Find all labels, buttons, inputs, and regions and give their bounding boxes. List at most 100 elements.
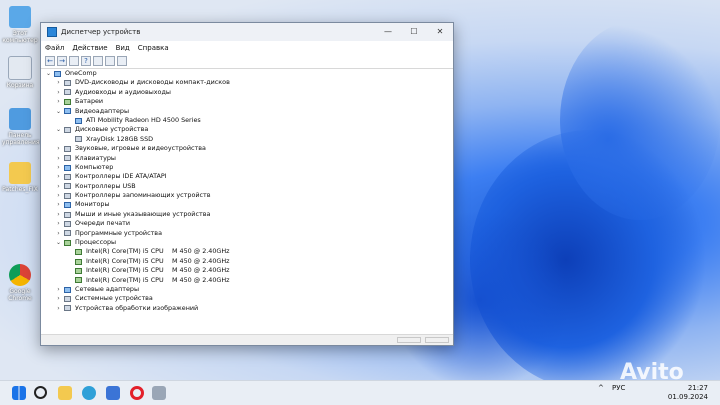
chevron-right-icon[interactable]: › — [55, 229, 62, 238]
folder-icon — [9, 162, 31, 184]
watermark: Avito — [620, 360, 684, 385]
store-icon[interactable] — [106, 386, 120, 400]
menu-help[interactable]: Справка — [138, 44, 169, 52]
tree-category[interactable]: › Компьютер — [45, 163, 449, 172]
printer-icon — [64, 220, 71, 227]
tree-device[interactable]: ATI Mobility Radeon HD 4500 Series — [45, 116, 449, 125]
tree-category[interactable]: › Контроллеры запоминающих устройств — [45, 191, 449, 200]
computer-icon — [64, 164, 71, 171]
menu-view[interactable]: Вид — [116, 44, 130, 52]
tree-category[interactable]: › Аудиовходы и аудиовыходы — [45, 88, 449, 97]
tree-category[interactable]: › Контроллеры IDE ATA/ATAPI — [45, 172, 449, 181]
opera-icon[interactable] — [130, 386, 144, 400]
tree-category[interactable]: ⌄ Процессоры — [45, 238, 449, 247]
battery-icon — [64, 98, 71, 105]
minimize-button[interactable]: — — [375, 23, 401, 41]
desktop-icon-folder[interactable]: Patches_FIX — [2, 162, 38, 193]
device-manager-window: Диспетчер устройств — ☐ ✕ Файл Действие … — [40, 22, 454, 346]
chevron-right-icon[interactable]: › — [55, 144, 62, 153]
tree-device-processor[interactable]: Intel(R) Core(TM) i5 CPU M 450 @ 2.40GHz — [45, 276, 449, 285]
chevron-right-icon[interactable]: › — [55, 285, 62, 294]
chevron-right-icon[interactable]: › — [55, 304, 62, 313]
menu-file[interactable]: Файл — [45, 44, 64, 52]
tree-category[interactable]: › Клавиатуры — [45, 154, 449, 163]
start-icon[interactable] — [12, 386, 26, 400]
search-icon[interactable] — [34, 386, 47, 399]
tree-category[interactable]: › Системные устройства — [45, 294, 449, 303]
mouse-icon — [64, 211, 71, 218]
tree-category[interactable]: › Мыши и иные указывающие устройства — [45, 210, 449, 219]
clock-time: 21:27 — [687, 384, 708, 392]
tree-category[interactable]: › Контроллеры USB — [45, 182, 449, 191]
menu-action[interactable]: Действие — [72, 44, 107, 52]
tree-category[interactable]: › Звуковые, игровые и видеоустройства — [45, 144, 449, 153]
chevron-right-icon[interactable]: › — [55, 163, 62, 172]
scan-hardware-icon[interactable] — [105, 56, 115, 66]
tree-root[interactable]: ⌄ OneComp — [45, 69, 449, 78]
keyboard-icon — [64, 155, 71, 162]
display-adapter-icon — [64, 108, 71, 115]
chevron-right-icon[interactable]: › — [55, 200, 62, 209]
status-pane — [425, 337, 449, 343]
control-panel-icon — [9, 108, 31, 130]
tree-category[interactable]: ⌄ Видеоадаптеры — [45, 107, 449, 116]
monitor-view-icon[interactable] — [117, 56, 127, 66]
maximize-button[interactable]: ☐ — [401, 23, 427, 41]
update-driver-icon[interactable] — [93, 56, 103, 66]
system-device-icon — [64, 296, 71, 303]
tree-category[interactable]: › Мониторы — [45, 200, 449, 209]
recycle-bin-icon — [8, 56, 32, 80]
file-explorer-icon[interactable] — [58, 386, 72, 400]
tree-category[interactable]: › DVD-дисководы и дисководы компакт-диско… — [45, 78, 449, 87]
clock[interactable]: 21:27 01.09.2024 — [668, 384, 708, 402]
language-indicator[interactable]: РУС — [612, 384, 625, 392]
tray-chevron-icon[interactable]: ^ — [598, 384, 604, 392]
tree-category[interactable]: ⌄ Дисковые устройства — [45, 125, 449, 134]
processor-icon — [75, 277, 82, 284]
chevron-right-icon[interactable]: › — [55, 154, 62, 163]
edge-icon[interactable] — [82, 386, 96, 400]
forward-icon[interactable]: → — [57, 56, 67, 66]
title-bar[interactable]: Диспетчер устройств — ☐ ✕ — [41, 23, 453, 41]
chevron-right-icon[interactable]: › — [55, 191, 62, 200]
usb-icon — [64, 183, 71, 190]
tree-category[interactable]: › Батареи — [45, 97, 449, 106]
desktop-icon-control-panel[interactable]: Панель управления — [2, 108, 39, 146]
tree-device-processor[interactable]: Intel(R) Core(TM) i5 CPU M 450 @ 2.40GHz — [45, 257, 449, 266]
tree-category[interactable]: › Сетевые адаптеры — [45, 285, 449, 294]
chevron-down-icon[interactable]: ⌄ — [45, 69, 52, 78]
chevron-right-icon[interactable]: › — [55, 172, 62, 181]
chevron-right-icon[interactable]: › — [55, 97, 62, 106]
chevron-right-icon[interactable]: › — [55, 88, 62, 97]
desktop-icon-recycle-bin[interactable]: Корзина — [2, 56, 38, 89]
chevron-right-icon[interactable]: › — [55, 78, 62, 87]
storage-controller-icon — [64, 192, 71, 199]
chevron-right-icon[interactable]: › — [55, 294, 62, 303]
chevron-right-icon[interactable]: › — [55, 182, 62, 191]
chrome-icon — [9, 264, 31, 286]
status-bar — [41, 334, 453, 345]
tree-device-processor[interactable]: Intel(R) Core(TM) i5 CPU M 450 @ 2.40GHz — [45, 247, 449, 256]
chevron-right-icon[interactable]: › — [55, 219, 62, 228]
help-icon[interactable]: ? — [81, 56, 91, 66]
chevron-down-icon[interactable]: ⌄ — [55, 107, 62, 116]
device-manager-taskbar-icon[interactable] — [152, 386, 166, 400]
desktop-icon-chrome[interactable]: Google Chrome — [2, 264, 38, 302]
desktop-icon-this-pc[interactable]: Этот компьютер — [2, 6, 38, 44]
tree-device-processor[interactable]: Intel(R) Core(TM) i5 CPU M 450 @ 2.40GHz — [45, 266, 449, 275]
device-manager-icon — [47, 27, 57, 37]
monitor-icon — [9, 6, 31, 28]
tree-category[interactable]: › Программные устройства — [45, 229, 449, 238]
tree-category[interactable]: › Устройства обработки изображений — [45, 304, 449, 313]
back-icon[interactable]: ← — [45, 56, 55, 66]
speaker-icon — [64, 145, 71, 152]
properties-icon[interactable] — [69, 56, 79, 66]
chevron-right-icon[interactable]: › — [55, 210, 62, 219]
processor-icon — [64, 239, 71, 246]
close-button[interactable]: ✕ — [427, 23, 453, 41]
tree-category[interactable]: › Очереди печати — [45, 219, 449, 228]
chevron-down-icon[interactable]: ⌄ — [55, 238, 62, 247]
tree-device[interactable]: XrayDisk 128GB SSD — [45, 135, 449, 144]
ide-controller-icon — [64, 173, 71, 180]
chevron-down-icon[interactable]: ⌄ — [55, 125, 62, 134]
